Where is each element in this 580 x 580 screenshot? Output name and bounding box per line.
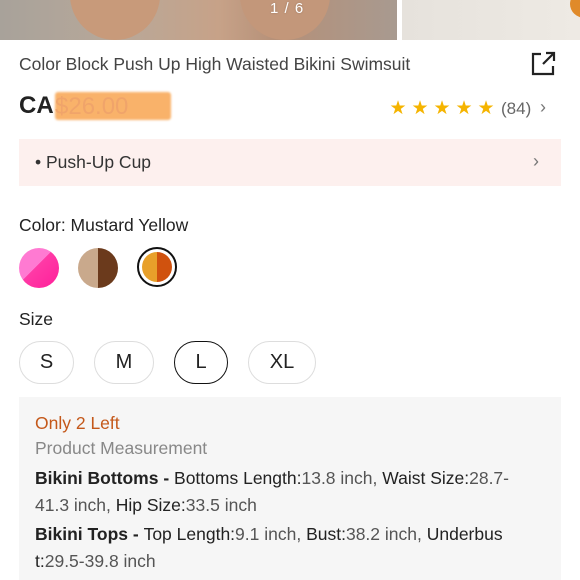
product-title: Color Block Push Up High Waisted Bikini … bbox=[19, 54, 411, 74]
chevron-right-icon[interactable]: › bbox=[540, 97, 546, 118]
star-icon: ★ bbox=[433, 98, 451, 119]
share-icon[interactable] bbox=[529, 50, 557, 78]
product-info-box: Only 2 Left Product Measurement Bikini B… bbox=[19, 397, 561, 580]
product-photo-next[interactable] bbox=[402, 0, 580, 40]
size-button-m[interactable]: M bbox=[94, 341, 154, 384]
measurement-line: t:29.5-39.8 inch bbox=[35, 551, 156, 571]
size-button-s[interactable]: S bbox=[19, 341, 74, 384]
measurement-title: Product Measurement bbox=[35, 438, 208, 458]
color-label: Color: Mustard Yellow bbox=[19, 215, 189, 235]
star-icon: ★ bbox=[455, 98, 473, 119]
star-icon: ★ bbox=[411, 98, 429, 119]
review-count: (84) bbox=[501, 98, 532, 118]
measurement-line: Bikini Bottoms - Bottoms Length:13.8 inc… bbox=[35, 468, 509, 488]
rating[interactable]: ★ ★ ★ ★ ★ (84) bbox=[387, 97, 531, 120]
size-button-xl[interactable]: XL bbox=[248, 341, 316, 384]
product-photo-main[interactable] bbox=[0, 0, 397, 40]
product-image-gallery[interactable]: 1 / 6 bbox=[0, 0, 580, 40]
price-currency-prefix: CA bbox=[19, 92, 54, 119]
half-star-icon: ★ bbox=[475, 97, 497, 120]
size-options: S M L XL bbox=[19, 341, 336, 384]
feature-row[interactable]: • Push-Up Cup › bbox=[19, 139, 561, 186]
color-swatch-mustard[interactable] bbox=[137, 247, 177, 287]
feature-text: • Push-Up Cup bbox=[35, 152, 152, 172]
color-swatch-pink[interactable] bbox=[19, 248, 59, 288]
size-label: Size bbox=[19, 309, 54, 329]
rating-stars: ★ ★ ★ ★ ★ bbox=[387, 97, 497, 120]
image-counter: 1 / 6 bbox=[270, 0, 305, 17]
price: CA $26.00 bbox=[19, 92, 171, 122]
stock-status: Only 2 Left bbox=[35, 413, 120, 433]
measurement-line: 41.3 inch, Hip Size:33.5 inch bbox=[35, 495, 257, 515]
price-value: $26.00 bbox=[55, 93, 129, 120]
color-swatch-brown[interactable] bbox=[78, 248, 118, 288]
chevron-right-icon: › bbox=[533, 151, 539, 171]
star-icon: ★ bbox=[389, 98, 407, 119]
measurement-line: Bikini Tops - Top Length:9.1 inch, Bust:… bbox=[35, 524, 503, 544]
size-button-l[interactable]: L bbox=[174, 341, 228, 384]
color-swatches bbox=[19, 247, 177, 288]
